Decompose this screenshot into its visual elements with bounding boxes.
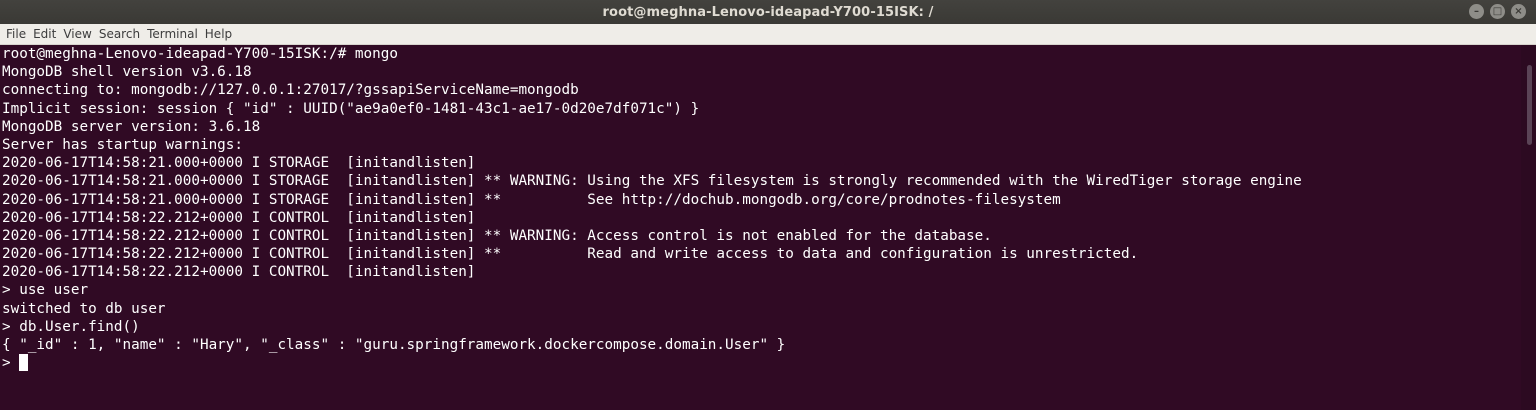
window-title: root@meghna-Lenovo-ideapad-Y700-15ISK: / (602, 4, 934, 20)
terminal-scrollbar[interactable] (1521, 45, 1536, 410)
menu-edit[interactable]: Edit (30, 24, 59, 44)
terminal-line: 2020-06-17T14:58:21.000+0000 I STORAGE [… (2, 155, 476, 172)
window-controls: – □ × (1469, 4, 1526, 19)
terminal-line: > db.User.find() (2, 318, 140, 335)
terminal-line: Implicit session: session { "id" : UUID(… (2, 100, 700, 117)
terminal-line: 2020-06-17T14:58:22.212+0000 I CONTROL [… (2, 246, 1139, 263)
text-cursor (18, 354, 28, 372)
menu-bar: File Edit View Search Terminal Help (0, 24, 1536, 45)
terminal-line: 2020-06-17T14:58:22.212+0000 I CONTROL [… (2, 209, 476, 226)
terminal-line: switched to db user (2, 300, 166, 317)
terminal-window: root@meghna-Lenovo-ideapad-Y700-15ISK: /… (0, 0, 1536, 410)
menu-help[interactable]: Help (202, 24, 235, 44)
terminal-line: connecting to: mongodb://127.0.0.1:27017… (2, 82, 579, 99)
maximize-icon[interactable]: □ (1490, 4, 1505, 19)
menu-view[interactable]: View (60, 24, 94, 44)
terminal-line: 2020-06-17T14:58:22.212+0000 I CONTROL [… (2, 264, 476, 281)
terminal-line: MongoDB shell version v3.6.18 (2, 64, 252, 81)
shell-prompt: > (2, 355, 11, 372)
menu-search[interactable]: Search (96, 24, 143, 44)
terminal-line: 2020-06-17T14:58:22.212+0000 I CONTROL [… (2, 227, 992, 244)
terminal-line: root@meghna-Lenovo-ideapad-Y700-15ISK:/#… (2, 46, 398, 62)
terminal-output[interactable]: root@meghna-Lenovo-ideapad-Y700-15ISK:/#… (0, 45, 1521, 410)
menu-file[interactable]: File (3, 24, 29, 44)
title-bar[interactable]: root@meghna-Lenovo-ideapad-Y700-15ISK: /… (0, 0, 1536, 24)
terminal-line: 2020-06-17T14:58:21.000+0000 I STORAGE [… (2, 173, 1302, 190)
terminal-line: 2020-06-17T14:58:21.000+0000 I STORAGE [… (2, 191, 1061, 208)
terminal-line: Server has startup warnings: (2, 136, 244, 153)
terminal-line: MongoDB server version: 3.6.18 (2, 118, 261, 135)
scrollbar-thumb[interactable] (1527, 65, 1532, 145)
close-icon[interactable]: × (1511, 4, 1526, 19)
minimize-icon[interactable]: – (1469, 4, 1484, 19)
terminal-line: > use user (2, 282, 89, 299)
terminal-line: { "_id" : 1, "name" : "Hary", "_class" :… (2, 337, 786, 353)
menu-terminal[interactable]: Terminal (144, 24, 201, 44)
prompt-line[interactable]: > (2, 354, 1521, 372)
